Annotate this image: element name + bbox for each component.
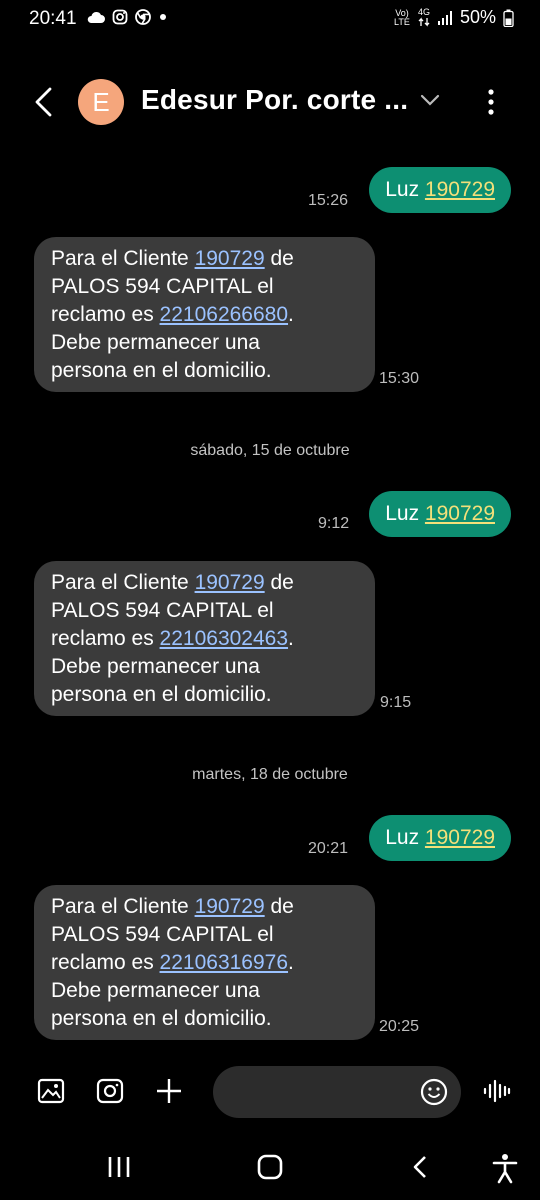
- emoji-icon[interactable]: [419, 1077, 449, 1107]
- instagram-icon: [112, 9, 128, 25]
- more-options-icon[interactable]: [484, 88, 498, 116]
- conversation-header: E Edesur Por. corte ...: [0, 70, 540, 134]
- accessibility-icon[interactable]: [490, 1152, 520, 1184]
- battery-percent: 50%: [459, 7, 496, 27]
- message-text: de: [264, 895, 294, 918]
- voice-icon[interactable]: [482, 1076, 512, 1106]
- data-arrows-icon: [418, 17, 430, 27]
- gallery-icon[interactable]: [36, 1076, 66, 1106]
- client-number-link[interactable]: 190729: [195, 571, 265, 594]
- date-separator: martes, 18 de octubre: [192, 766, 348, 783]
- number-link[interactable]: 190729: [425, 178, 495, 201]
- message-text: Para el Cliente: [51, 571, 195, 594]
- message-text: .: [288, 951, 294, 974]
- message-timestamp: 15:30: [379, 370, 420, 387]
- message-text: reclamo es: [51, 303, 160, 326]
- message-text: reclamo es: [51, 627, 160, 650]
- message-text: .: [288, 627, 294, 650]
- plus-icon[interactable]: [154, 1076, 184, 1106]
- message-input-container[interactable]: [213, 1066, 461, 1118]
- client-number-link[interactable]: 190729: [195, 895, 265, 918]
- message-text: persona en el domicilio.: [51, 1007, 272, 1030]
- cloud-icon: [87, 11, 105, 23]
- message-timestamp: 9:12: [318, 515, 350, 532]
- camera-icon[interactable]: [95, 1076, 125, 1106]
- message-text: reclamo es: [51, 951, 160, 974]
- composer-bar: [0, 1062, 540, 1122]
- incoming-message[interactable]: Para el Cliente 190729 de PALOS 594 CAPI…: [34, 237, 375, 392]
- outgoing-message[interactable]: Luz 190729: [369, 167, 511, 213]
- system-icons: Vo) LTE 4G 50%: [393, 7, 514, 28]
- message-text: Debe permanecer una: [51, 979, 260, 1002]
- navigation-bar: [0, 1140, 540, 1200]
- message-timestamp: 20:25: [379, 1018, 420, 1035]
- message-text: Debe permanecer una: [51, 331, 260, 354]
- message-text: PALOS 594 CAPITAL el: [51, 275, 274, 298]
- contact-avatar[interactable]: E: [78, 79, 124, 125]
- number-link[interactable]: 190729: [425, 502, 495, 525]
- message-text: persona en el domicilio.: [51, 359, 272, 382]
- message-timestamp: 9:15: [380, 694, 412, 711]
- message-text: Debe permanecer una: [51, 655, 260, 678]
- chrome-icon: [135, 9, 151, 25]
- claim-number-link[interactable]: 22106266680: [160, 303, 288, 326]
- message-text: Luz: [385, 826, 425, 849]
- status-time: 20:41: [29, 8, 77, 29]
- client-number-link[interactable]: 190729: [195, 247, 265, 270]
- message-text: .: [288, 303, 294, 326]
- message-input[interactable]: [233, 1076, 417, 1110]
- home-icon[interactable]: [255, 1152, 285, 1182]
- contact-name[interactable]: Edesur Por. corte ...: [141, 84, 408, 116]
- signal-icon: [437, 10, 452, 25]
- volte-indicator: Vo) LTE: [394, 7, 410, 27]
- outgoing-message[interactable]: Luz 190729: [369, 491, 511, 537]
- message-text: persona en el domicilio.: [51, 683, 272, 706]
- date-separator: sábado, 15 de octubre: [190, 442, 350, 459]
- message-timestamp: 15:26: [308, 192, 349, 209]
- message-text: Luz: [385, 178, 425, 201]
- message-text: de: [264, 571, 294, 594]
- message-timestamp: 20:21: [308, 840, 349, 857]
- network-type: 4G: [417, 7, 430, 17]
- message-text: PALOS 594 CAPITAL el: [51, 923, 274, 946]
- message-text: de: [264, 247, 294, 270]
- message-text: PALOS 594 CAPITAL el: [51, 599, 274, 622]
- claim-number-link[interactable]: 22106302463: [160, 627, 288, 650]
- claim-number-link[interactable]: 22106316976: [160, 951, 288, 974]
- back-icon[interactable]: [406, 1152, 434, 1182]
- message-text: Para el Cliente: [51, 895, 195, 918]
- chevron-down-icon[interactable]: [419, 92, 441, 108]
- incoming-message[interactable]: Para el Cliente 190729 de PALOS 594 CAPI…: [34, 561, 375, 716]
- message-text: Para el Cliente: [51, 247, 195, 270]
- status-bar: 20:41 Vo) LTE 4G 50%: [0, 0, 540, 40]
- outgoing-message[interactable]: Luz 190729: [369, 815, 511, 861]
- notification-icons: [87, 9, 168, 25]
- number-link[interactable]: 190729: [425, 826, 495, 849]
- message-text: Luz: [385, 502, 425, 525]
- back-arrow-icon[interactable]: [30, 86, 60, 118]
- incoming-message[interactable]: Para el Cliente 190729 de PALOS 594 CAPI…: [34, 885, 375, 1040]
- dot-icon: [160, 14, 166, 20]
- recents-icon[interactable]: [105, 1152, 133, 1182]
- battery-icon: [503, 9, 514, 27]
